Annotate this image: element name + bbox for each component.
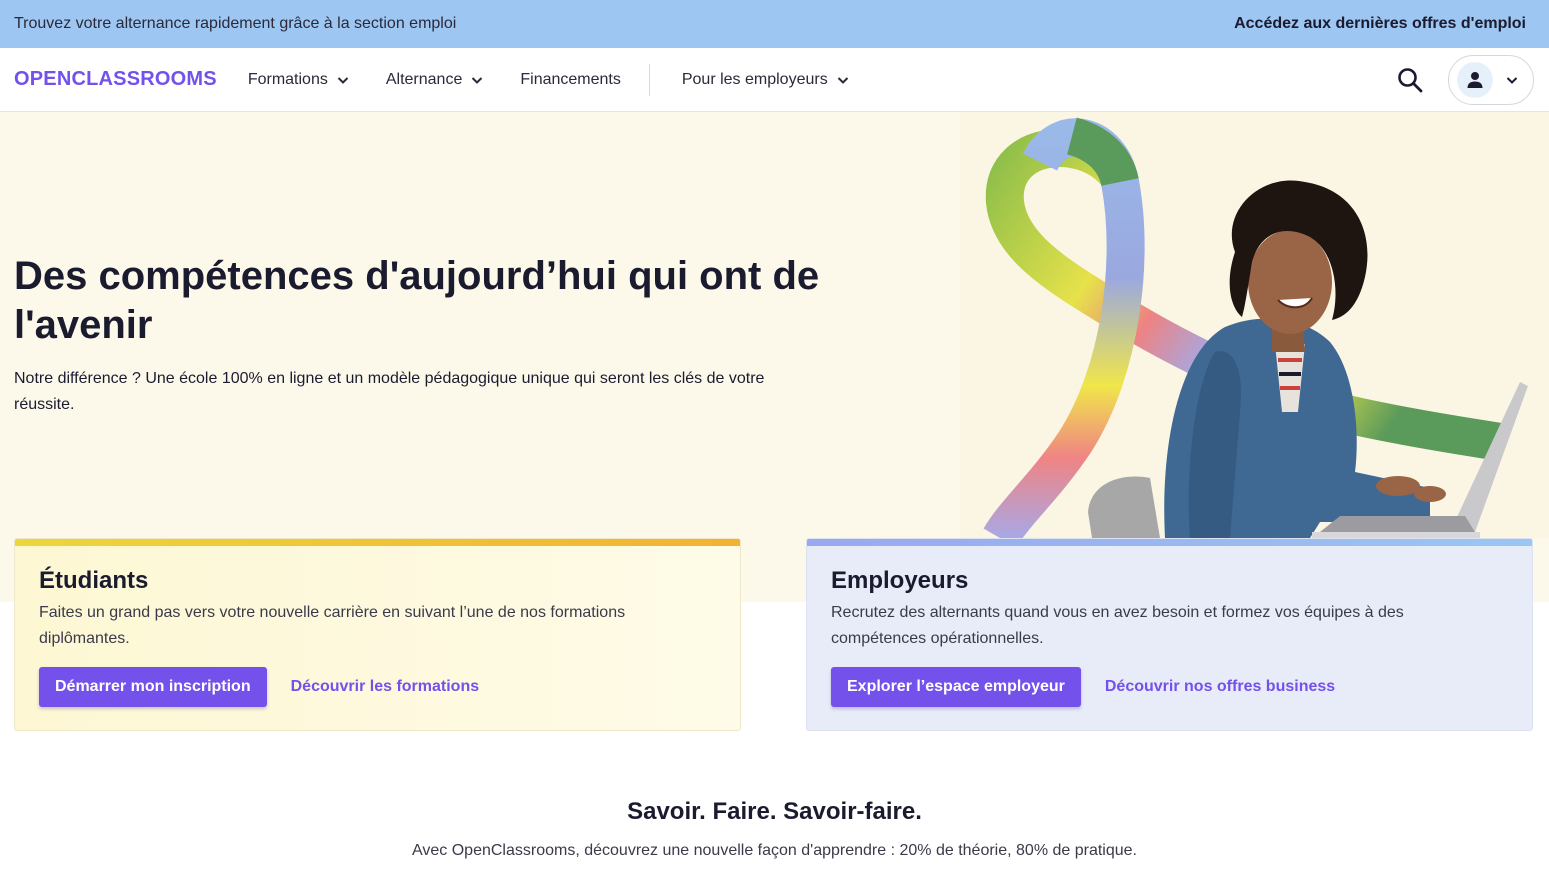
section-title: Savoir. Faire. Savoir-faire. [627,798,922,825]
chevron-down-icon [472,76,483,84]
top-banner: Trouvez votre alternance rapidement grâc… [0,0,1549,48]
chevron-down-icon [1506,76,1518,84]
banner-text: Trouvez votre alternance rapidement grâc… [14,15,457,32]
user-icon [1467,71,1483,88]
search-button[interactable] [1390,60,1430,100]
nav-item-formations[interactable]: Formations [248,71,350,89]
business-offers-link[interactable]: Découvrir nos offres business [1105,678,1335,696]
students-card-title: Étudiants [39,567,149,594]
nav-item-alternance[interactable]: Alternance [386,71,485,89]
section-subtitle: Avec OpenClassrooms, découvrez une nouve… [412,842,1137,859]
job-offers-link[interactable]: Accédez aux dernières offres d'emploi [1234,15,1526,33]
hero-title: Des compétences d'aujourd’hui qui ont de… [14,254,820,347]
nav-item-label: Financements [520,70,621,88]
nav-actions [1390,54,1534,105]
explore-employer-space-button[interactable]: Explorer l’espace employeur [831,667,1081,707]
employers-card: Employeurs Recrutez des alternants quand… [806,538,1533,731]
nav-divider [648,63,650,96]
employers-card-text: Recrutez des alternants quand vous en av… [831,604,1404,647]
students-card-actions: Démarrer mon inscription Découvrir les f… [39,667,479,707]
main-nav: OPENCLASSROOMS Formations Alternance Fin… [0,48,1549,112]
chevron-down-icon [337,76,349,84]
card-accent-bar [15,539,740,546]
nav-item-label: Alternance [385,70,463,88]
hero-section: Des compétences d'aujourd’hui qui ont de… [0,112,1549,602]
nav-item-employers[interactable]: Pour les employeurs [682,71,850,89]
openclassrooms-logo[interactable]: OPENCLASSROOMS [14,68,217,91]
account-menu-button[interactable] [1448,54,1534,105]
nav-item-label: Pour les employeurs [681,70,828,88]
employers-card-actions: Explorer l’espace employeur Découvrir no… [831,667,1335,707]
start-registration-button[interactable]: Démarrer mon inscription [39,667,267,707]
nav-item-financements[interactable]: Financements [520,71,621,89]
hero-subtitle: Notre différence ? Une école 100% en lig… [14,370,765,413]
students-card-text: Faites un grand pas vers votre nouvelle … [39,604,626,647]
card-accent-bar [807,539,1532,546]
nav-menu: Formations Alternance Financements Pour … [248,48,850,111]
hero-illustration [960,112,1549,538]
discover-courses-link[interactable]: Découvrir les formations [291,678,480,696]
chevron-down-icon [837,76,848,84]
search-icon [1398,67,1423,92]
students-card: Étudiants Faites un grand pas vers votre… [14,538,741,731]
avatar [1457,61,1493,98]
nav-item-label: Formations [247,70,328,88]
employers-card-title: Employeurs [831,567,969,594]
